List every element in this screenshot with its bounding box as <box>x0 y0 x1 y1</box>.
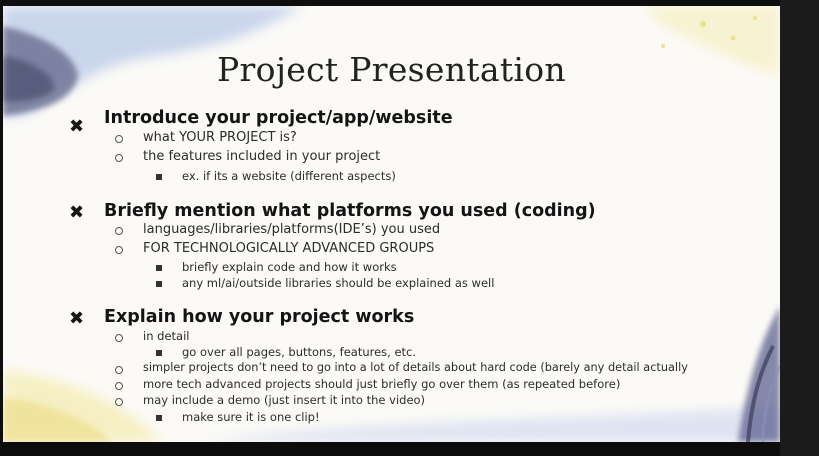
slide-title: Project Presentation <box>217 50 566 89</box>
filled-square-bullet-icon <box>156 265 162 271</box>
filled-square-bullet-icon <box>156 350 162 356</box>
hollow-circle-bullet-icon <box>115 227 123 235</box>
section-heading-platforms: Briefly mention what platforms you used … <box>104 201 596 221</box>
presentation-slide: Project Presentation ✖ Introduce your pr… <box>3 6 780 442</box>
list-item: the features included in your project <box>143 149 381 164</box>
sub-list-item: briefly explain code and how it works <box>182 260 397 274</box>
filled-square-bullet-icon <box>156 281 162 287</box>
list-item: what YOUR PROJECT is? <box>143 130 297 145</box>
list-item: in detail <box>143 329 190 343</box>
video-bottom-bar <box>0 442 780 456</box>
sub-list-item: make sure it is one clip! <box>182 410 320 424</box>
list-item: languages/libraries/platforms(IDE’s) you… <box>143 222 441 237</box>
hollow-circle-bullet-icon <box>115 398 123 406</box>
video-side-bar <box>780 0 819 456</box>
list-item: FOR TECHNOLOGICALLY ADVANCED GROUPS <box>143 241 435 256</box>
hollow-circle-bullet-icon <box>115 246 123 254</box>
sub-list-item: go over all pages, buttons, features, et… <box>182 345 417 359</box>
hollow-circle-bullet-icon <box>115 135 123 143</box>
sub-list-item: ex. if its a website (different aspects) <box>182 169 396 183</box>
list-item: simpler projects don’t need to go into a… <box>143 361 688 374</box>
x-mark-icon: ✖ <box>69 116 85 137</box>
hollow-circle-bullet-icon <box>115 334 123 342</box>
section-heading-explain: Explain how your project works <box>104 307 415 327</box>
list-item: may include a demo (just insert it into … <box>143 393 426 407</box>
list-item: more tech advanced projects should just … <box>143 377 621 391</box>
hollow-circle-bullet-icon <box>115 382 123 390</box>
hollow-circle-bullet-icon <box>115 366 123 374</box>
x-mark-icon: ✖ <box>69 202 85 223</box>
x-mark-icon: ✖ <box>69 308 85 329</box>
filled-square-bullet-icon <box>156 174 162 180</box>
section-heading-introduce: Introduce your project/app/website <box>104 108 453 128</box>
sub-list-item: any ml/ai/outside libraries should be ex… <box>182 276 495 290</box>
filled-square-bullet-icon <box>156 415 162 421</box>
hollow-circle-bullet-icon <box>115 154 123 162</box>
